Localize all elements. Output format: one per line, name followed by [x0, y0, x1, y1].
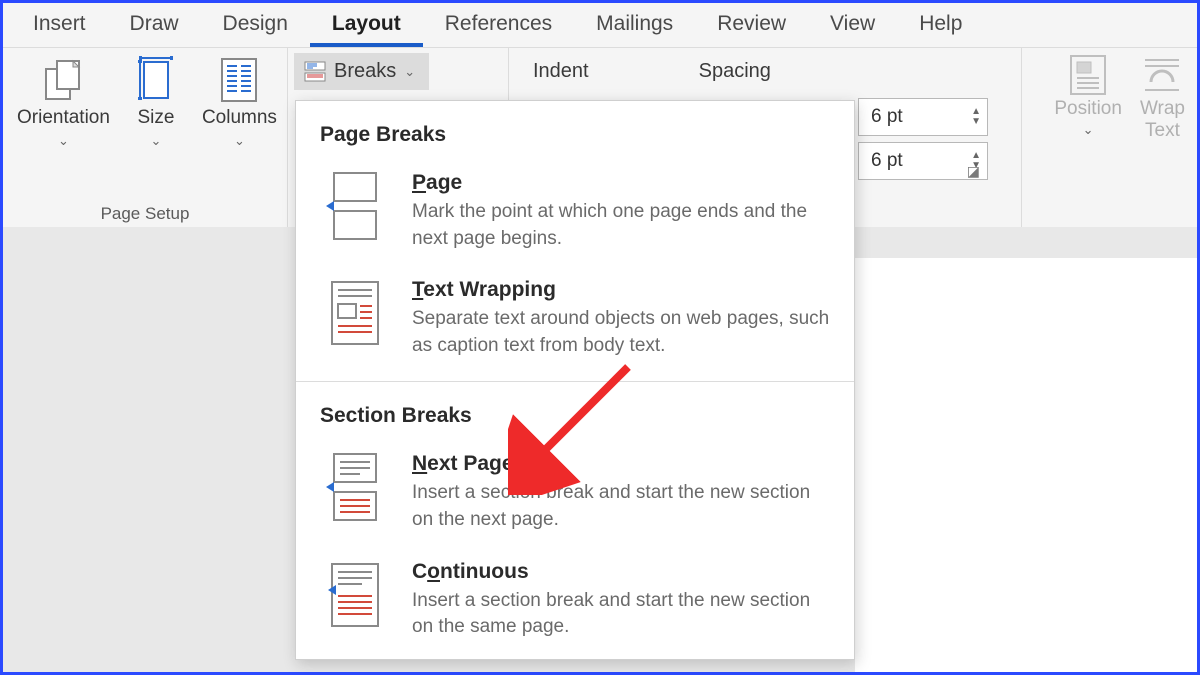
columns-icon	[219, 56, 259, 104]
tab-layout[interactable]: Layout	[310, 3, 423, 47]
breaks-button[interactable]: Breaks ⌄	[294, 53, 429, 90]
group-page-setup: Orientation ⌄	[3, 48, 288, 227]
group-paragraph: Indent Spacing	[513, 48, 791, 101]
text-wrapping-icon	[326, 278, 384, 348]
wrap-text-label: Wrap Text	[1140, 98, 1185, 142]
breaks-dropdown: Page Breaks Page Mark the point at which…	[295, 100, 855, 660]
wrap-text-icon	[1141, 54, 1183, 96]
dropdown-section-section-breaks: Section Breaks	[296, 382, 854, 440]
chevron-down-icon: ⌄	[404, 64, 415, 80]
position-button[interactable]: Position ⌄	[1054, 54, 1122, 142]
tab-mailings[interactable]: Mailings	[574, 3, 695, 47]
page-break-icon	[326, 171, 384, 241]
orientation-icon	[43, 56, 83, 104]
group-arrange: Position ⌄ Wrap Text	[1054, 54, 1185, 142]
menu-item-title: Page	[412, 171, 830, 195]
spacing-after-value: 6 pt	[871, 150, 903, 172]
size-button[interactable]: Size ⌄	[132, 54, 180, 151]
menu-item-desc: Insert a section break and start the new…	[412, 588, 830, 641]
chevron-down-icon: ⌄	[1083, 122, 1094, 138]
breaks-label: Breaks	[334, 60, 396, 83]
orientation-label: Orientation	[17, 108, 110, 129]
columns-label: Columns	[202, 108, 277, 129]
menu-item-page-break[interactable]: Page Mark the point at which one page en…	[296, 159, 854, 266]
chevron-down-icon: ⌄	[58, 133, 69, 149]
position-label: Position	[1054, 98, 1122, 120]
dropdown-section-page-breaks: Page Breaks	[296, 101, 854, 159]
tab-review[interactable]: Review	[695, 3, 808, 47]
spacing-controls: e: 6 pt ▲▼ 6 pt ▲▼ ◪	[858, 98, 988, 186]
tab-references[interactable]: References	[423, 3, 574, 47]
menu-item-title: Next Page	[412, 452, 830, 476]
chevron-down-icon: ⌄	[151, 133, 162, 149]
size-icon	[136, 56, 176, 104]
size-label: Size	[137, 108, 174, 129]
next-page-icon	[326, 452, 384, 522]
breaks-icon	[304, 61, 326, 83]
indent-heading: Indent	[533, 56, 589, 93]
group-label-page-setup: Page Setup	[3, 204, 287, 224]
spacing-before-value: 6 pt	[871, 106, 903, 128]
spacing-before-input[interactable]: 6 pt ▲▼	[858, 98, 988, 136]
menu-item-desc: Separate text around objects on web page…	[412, 306, 830, 359]
menu-item-continuous[interactable]: Continuous Insert a section break and st…	[296, 548, 854, 655]
menu-item-title: Text Wrapping	[412, 278, 830, 302]
tab-draw[interactable]: Draw	[108, 3, 201, 47]
columns-button[interactable]: Columns ⌄	[198, 54, 281, 151]
tab-design[interactable]: Design	[201, 3, 310, 47]
dialog-launcher-icon[interactable]: ◪	[967, 163, 980, 180]
spacing-heading: Spacing	[699, 56, 771, 93]
menu-item-next-page[interactable]: Next Page Insert a section break and sta…	[296, 440, 854, 547]
menu-item-title: Continuous	[412, 560, 830, 584]
wrap-text-button[interactable]: Wrap Text	[1140, 54, 1185, 142]
ribbon-tabs: Insert Draw Design Layout References Mai…	[3, 3, 1197, 47]
menu-item-text-wrapping[interactable]: Text Wrapping Separate text around objec…	[296, 266, 854, 373]
document-area	[855, 258, 1197, 672]
divider	[1021, 48, 1022, 227]
tab-insert[interactable]: Insert	[11, 3, 108, 47]
continuous-icon	[326, 560, 384, 630]
tab-help[interactable]: Help	[897, 3, 984, 47]
position-icon	[1069, 54, 1107, 96]
chevron-down-icon: ⌄	[234, 133, 245, 149]
orientation-button[interactable]: Orientation ⌄	[13, 54, 114, 151]
tab-view[interactable]: View	[808, 3, 897, 47]
menu-item-desc: Insert a section break and start the new…	[412, 480, 830, 533]
spinner-arrows-icon[interactable]: ▲▼	[971, 107, 981, 127]
menu-item-desc: Mark the point at which one page ends an…	[412, 199, 830, 252]
